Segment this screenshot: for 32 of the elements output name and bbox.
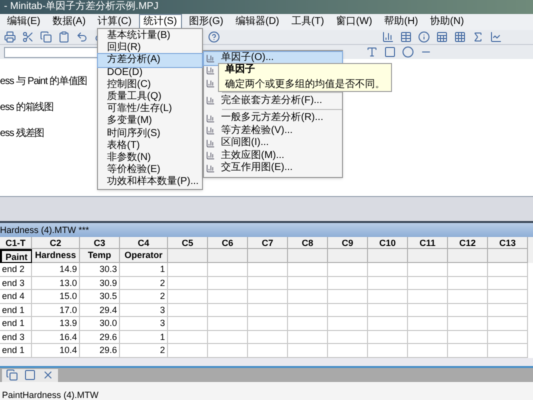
table-cell: 17.0 bbox=[32, 304, 80, 317]
table-cell: 1 bbox=[120, 330, 168, 344]
table-cell: 30.5 bbox=[80, 290, 120, 304]
table-cell: 13.0 bbox=[32, 276, 80, 290]
table-cell: 1 bbox=[120, 263, 168, 276]
minimized-window-title: PaintHardness (4).MTW bbox=[2, 390, 99, 400]
table-cell: 30.3 bbox=[80, 263, 120, 276]
window-title: - Minitab-单因子方差分析示例.MPJ bbox=[4, 2, 158, 12]
worksheet-title: Hardness (4).MTW *** bbox=[0, 226, 90, 234]
table-cell: 3 bbox=[120, 317, 168, 330]
table-cell: end 2 bbox=[0, 263, 32, 276]
table-cell: 13.9 bbox=[32, 317, 80, 330]
session-text: ess 的箱线图 bbox=[0, 103, 54, 113]
session-text: ess 残差图 bbox=[0, 129, 44, 139]
tooltip-text: 确定两个或更多组的均值是否不同。 bbox=[225, 79, 385, 90]
table-cell: 14.9 bbox=[32, 263, 80, 276]
tooltip-title: 单因子 bbox=[225, 65, 256, 75]
table-cell: end 4 bbox=[0, 290, 32, 304]
table-cell: end 3 bbox=[0, 276, 32, 290]
table-cell: end 1 bbox=[0, 317, 32, 330]
table-cell: 30.9 bbox=[80, 276, 120, 290]
session-text: ess 与 Paint 的单值图 bbox=[0, 77, 88, 87]
table-cell: 16.4 bbox=[32, 330, 80, 344]
table-cell: end 1 bbox=[0, 304, 32, 317]
table-cell: 2 bbox=[120, 276, 168, 290]
table-cell: 3 bbox=[120, 304, 168, 317]
table-cell: 29.6 bbox=[80, 330, 120, 344]
table-cell: 29.4 bbox=[80, 304, 120, 317]
table-cell: 2 bbox=[120, 290, 168, 304]
table-cell: 30.0 bbox=[80, 317, 120, 330]
table-cell: 15.0 bbox=[32, 290, 80, 304]
table-cell: end 3 bbox=[0, 330, 32, 344]
